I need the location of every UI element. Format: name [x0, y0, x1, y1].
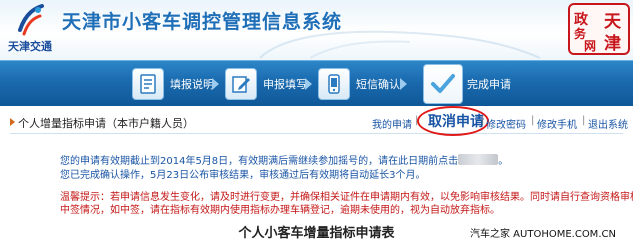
step-arrow-icon	[212, 78, 219, 90]
warning-message-line1: 温馨提示：若申请信息发生变化，请及时进行变更，并确保相关证件在申请期内有效，以免…	[60, 192, 633, 203]
phone-icon	[318, 68, 350, 100]
step-arrow-icon	[305, 78, 312, 90]
nav-divider: |	[531, 115, 535, 126]
site-header: 天津交通 天津市小客车调控管理信息系统 天 津 政 务 网	[0, 0, 633, 60]
document-icon	[132, 68, 164, 100]
warning-message-line2: 中签情况，如中签，请在指标有效期内使用指标办理车辆登记，逾期未使用的，视为自动放…	[60, 205, 500, 216]
step-label: 申报填写	[263, 78, 307, 91]
validity-text-end: 。	[498, 156, 509, 167]
autohome-watermark: 汽车之家 AUTOHOME.COM.CN	[468, 225, 618, 240]
validity-message: 您的申请有效期截止到2014年5月8日，有效期满后需继续参加摇号的，请在此日期前…	[60, 154, 508, 168]
validity-text: 您的申请有效期截止到2014年5月8日，有效期满后需继续参加摇号的，请在此日期前…	[60, 156, 459, 167]
confirmation-message: 您已完成确认操作，5月23日公布审核结果，审核通过后有效期将自动延长3个月。	[60, 170, 426, 181]
logo-text: 天津交通	[8, 40, 52, 53]
gov-seal-logo: 天 津 政 务 网	[568, 3, 630, 55]
nav-divider: |	[582, 115, 586, 126]
change-phone-link[interactable]: 修改手机	[537, 116, 577, 131]
tianjin-transport-logo[interactable]: 天津交通	[2, 4, 58, 54]
sub-navigation: 个人增量指标申请（本市户籍人员） 我的申请 | 取消申请 | 修改密码 | 修改…	[10, 106, 628, 136]
cancel-application-link[interactable]: 取消申请	[428, 111, 484, 131]
page-title: 个人增量指标申请（本市户籍人员）	[10, 117, 194, 130]
application-steps-bar: 填报说明 申报填写 短信确认 完成申请	[0, 60, 633, 106]
step-arrow-icon	[400, 78, 407, 90]
change-password-link[interactable]: 修改密码	[486, 116, 526, 131]
edit-icon	[225, 68, 257, 100]
car-silhouette-decoration	[259, 30, 541, 59]
step-label: 完成申请	[467, 78, 511, 91]
step-label: 填报说明	[170, 78, 214, 91]
logo-icon	[18, 4, 44, 36]
step-label: 短信确认	[356, 78, 400, 91]
renew-button-blurred[interactable]	[458, 154, 499, 165]
logout-link[interactable]: 退出系统	[588, 116, 628, 131]
check-icon	[423, 64, 463, 104]
my-application-link[interactable]: 我的申请	[372, 116, 412, 131]
nav-divider: |	[481, 115, 485, 126]
